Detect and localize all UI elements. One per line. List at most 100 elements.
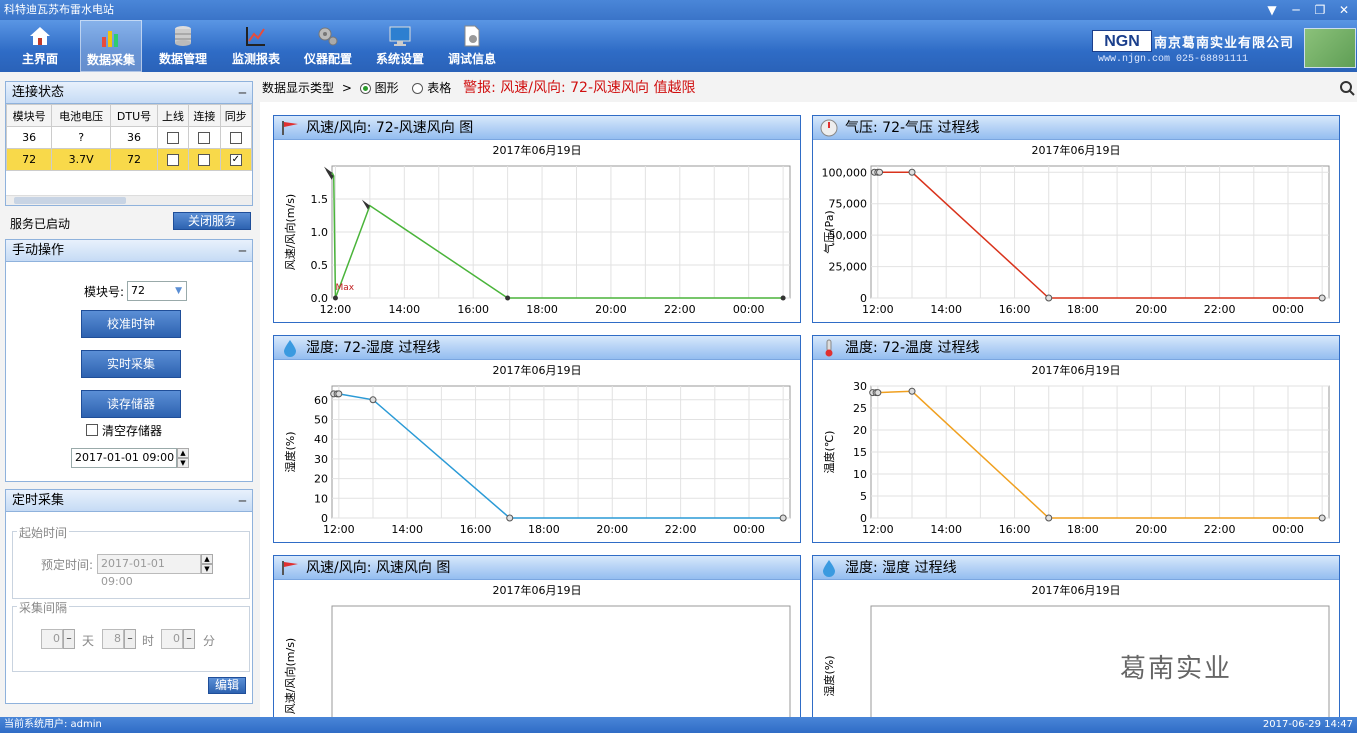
spin-down-icon[interactable]: ▼: [177, 458, 189, 468]
graph-radio[interactable]: [359, 83, 371, 94]
x-tick-label: 12:00: [862, 303, 894, 316]
calibrate-clock-button[interactable]: 校准时钟: [81, 310, 181, 338]
scheduled-collect-panel: 定时采集 ─ 起始时间 预定时间: 2017-01-01 09:00 ▲ ▼ 采…: [5, 489, 253, 704]
plot-frame: [870, 605, 1330, 717]
data-point: [874, 389, 882, 397]
data-point: [1318, 514, 1326, 522]
sync-checkbox[interactable]: [229, 132, 242, 144]
sync-checkbox[interactable]: ✓: [229, 154, 242, 166]
horizontal-scrollbar[interactable]: [6, 195, 252, 205]
y-axis-label: 温度(℃): [822, 431, 836, 474]
spin-up-icon: ▲: [201, 554, 213, 564]
ngn-logo: NGN: [1092, 30, 1152, 52]
table-radio-label[interactable]: 表格: [427, 81, 451, 95]
line-chart-icon: [246, 27, 265, 46]
toolbar-debug-button[interactable]: 调试信息: [441, 20, 503, 72]
toolbar-report-button[interactable]: 监测报表: [225, 20, 287, 72]
chart-title: 风速/风向: 风速风向 图: [306, 560, 451, 576]
graph-radio-label[interactable]: 图形: [375, 81, 399, 95]
y-axis-label: 湿度(%): [822, 655, 836, 696]
stop-service-button[interactable]: 关闭服务: [173, 212, 251, 230]
table-radio[interactable]: [412, 83, 424, 94]
online-checkbox[interactable]: [167, 132, 180, 144]
chart-card: 气压: 72-气压 过程线 2017年06月19日 气压(Pa) 0 25,000 5…: [812, 115, 1340, 323]
clear-memory-checkbox[interactable]: [86, 424, 98, 436]
close-button[interactable]: ✕: [1335, 0, 1353, 20]
realtime-collect-button[interactable]: 实时采集: [81, 350, 181, 378]
toolbar-home-button[interactable]: 主界面: [9, 20, 71, 72]
data-point: [1045, 294, 1053, 302]
toolbar-settings-button[interactable]: 系统设置: [369, 20, 431, 72]
hours-input: 8: [102, 629, 124, 649]
minimize-button[interactable]: ─: [1287, 0, 1305, 20]
chart-card: 风速/风向: 72-风速风向 图 2017年06月19日 风速/风向(m/s) 0…: [273, 115, 801, 323]
water-drop-icon: [823, 560, 835, 577]
thermometer-icon: [825, 339, 833, 357]
service-status: 服务已启动: [10, 217, 71, 231]
y-tick-label: 25: [853, 402, 867, 415]
y-tick-label: 1.5: [311, 193, 329, 206]
module-select-value: 72: [131, 284, 145, 297]
toolbar-data-collect-button[interactable]: 数据采集: [80, 20, 142, 72]
y-tick-label: 0.5: [311, 259, 329, 272]
charts-area: 风速/风向: 72-风速风向 图 2017年06月19日 风速/风向(m/s) 0…: [260, 102, 1357, 717]
dtu-cell: 36: [110, 126, 158, 149]
minutes-spinner: ─: [183, 629, 195, 649]
document-gear-icon: [464, 25, 480, 47]
watermark: 葛南实业: [1120, 654, 1233, 684]
zoom-search-icon[interactable]: [1339, 80, 1355, 96]
wind-flag-icon: [282, 561, 298, 575]
module-select[interactable]: 72 ▼: [127, 281, 187, 301]
read-memory-button[interactable]: 读存储器: [81, 390, 181, 418]
humidity-chart-plot-empty: 湿度(%): [822, 605, 1330, 717]
menu-dropdown-icon[interactable]: ▼: [1263, 0, 1281, 20]
days-unit: 天: [82, 634, 95, 648]
x-tick-label: 16:00: [999, 523, 1031, 536]
column-header: DTU号: [110, 104, 158, 127]
window-controls: ▼ ─ ❐ ✕: [1263, 0, 1353, 20]
restore-button[interactable]: ❐: [1311, 0, 1329, 20]
table-row[interactable]: 36 ? 36: [5, 126, 253, 149]
collapse-icon[interactable]: ─: [239, 82, 246, 104]
module-cell: 72: [5, 148, 53, 171]
y-axis-label: 风速/风向(m/s): [283, 638, 297, 714]
connection-status-panel: 连接状态 ─ 模块号 电池电压 DTU号 上线 连接 同步 36 ? 36 72: [5, 81, 253, 206]
chart-card: 湿度: 72-湿度 过程线 2017年06月19日 湿度(%) 0 10 20 30 40…: [273, 335, 801, 543]
chart-title: 温度: 72-温度 过程线: [845, 340, 980, 356]
x-tick-label: 14:00: [930, 523, 962, 536]
status-datetime: 2017-06-29 14:47: [1262, 719, 1353, 730]
y-tick-label: 5: [860, 490, 867, 503]
water-drop-icon: [284, 340, 296, 357]
interval-caption: 采集间隔: [17, 599, 70, 616]
table-row[interactable]: 72 3.7V 72 ✓: [5, 148, 253, 171]
data-point: [779, 514, 787, 522]
collapse-icon[interactable]: ─: [239, 490, 246, 512]
chart-title: 气压: 72-气压 过程线: [845, 120, 980, 136]
hours-spinner: ─: [124, 629, 136, 649]
chart-header: 温度: 72-温度 过程线: [813, 336, 1339, 360]
x-tick-label: 16:00: [460, 523, 492, 536]
collapse-icon[interactable]: ─: [239, 240, 246, 262]
wind-flag-icon: [282, 121, 298, 135]
data-point: [1045, 514, 1053, 522]
connected-checkbox[interactable]: [198, 154, 211, 166]
x-tick-label: 20:00: [1135, 303, 1167, 316]
database-icon: [175, 26, 191, 46]
chart-header: 湿度: 72-湿度 过程线: [274, 336, 800, 360]
datetime-input[interactable]: 2017-01-01 09:00: [71, 448, 177, 468]
edit-button[interactable]: 编辑: [208, 677, 246, 694]
connected-checkbox[interactable]: [198, 132, 211, 144]
toolbar-instrument-button[interactable]: 仪器配置: [297, 20, 359, 72]
spin-up-icon[interactable]: ▲: [177, 448, 189, 458]
x-tick-label: 14:00: [388, 303, 420, 316]
scheduled-collect-header: 定时采集 ─: [6, 490, 252, 512]
days-input: 0: [41, 629, 63, 649]
column-header: 模块号: [5, 104, 53, 127]
data-point: [908, 168, 916, 176]
y-tick-label: 75,000: [829, 198, 868, 211]
scrollbar-thumb[interactable]: [14, 197, 126, 204]
data-point: [335, 390, 343, 398]
online-checkbox[interactable]: [167, 154, 180, 166]
toolbar-data-manage-button[interactable]: 数据管理: [152, 20, 214, 72]
spin-down-icon: ▼: [201, 564, 213, 574]
